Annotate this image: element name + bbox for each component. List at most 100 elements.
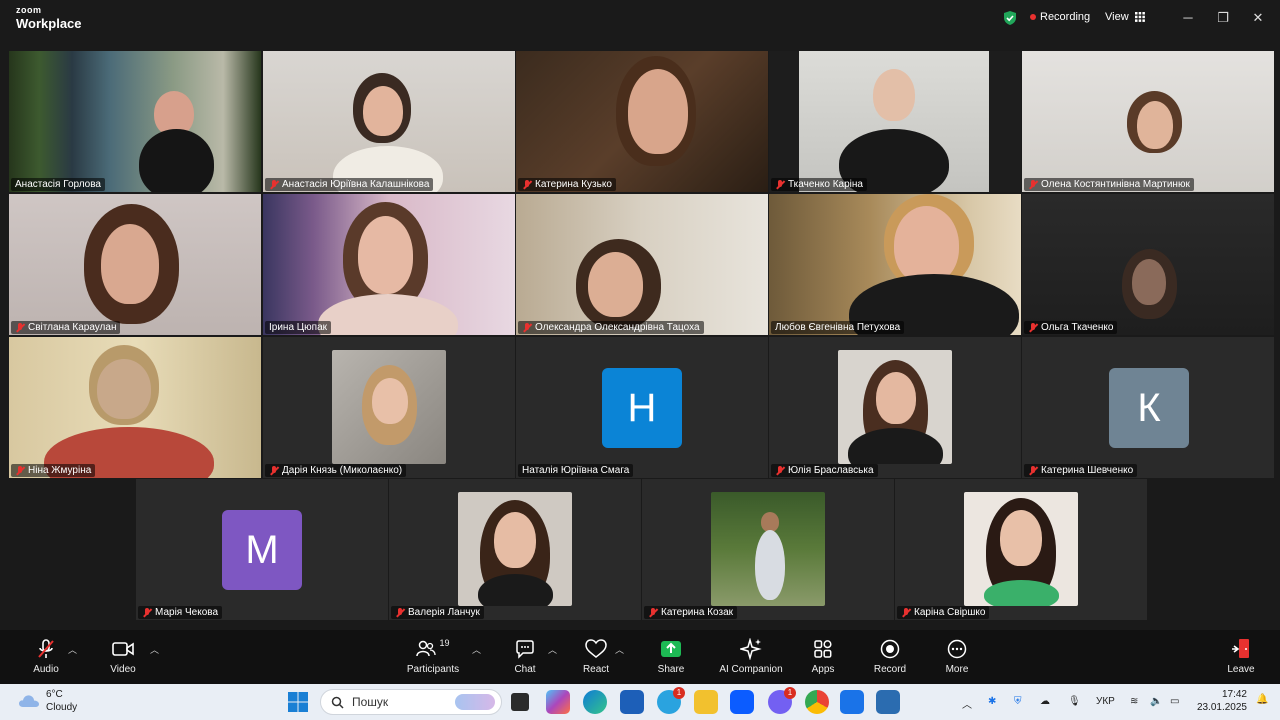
profile-photo bbox=[458, 492, 572, 606]
task-view-icon[interactable] bbox=[511, 693, 529, 711]
participants-button[interactable]: 19 Participants bbox=[398, 638, 468, 675]
shield-icon[interactable]: ⛨ bbox=[1014, 696, 1022, 707]
video-options-caret-icon[interactable]: ︿ bbox=[150, 643, 159, 656]
more-label: More bbox=[945, 664, 969, 675]
file-explorer-icon[interactable] bbox=[694, 690, 718, 714]
photos-app-icon[interactable] bbox=[876, 690, 900, 714]
participant-name: Юлія Браславська bbox=[771, 464, 878, 477]
participant-tile[interactable]: Валерія Ланчук bbox=[389, 479, 641, 620]
name-label: Олександра Олександрівна Тацоха bbox=[535, 322, 700, 333]
notification-bell-icon[interactable]: 🔔 bbox=[1256, 694, 1268, 705]
participants-icon bbox=[416, 640, 437, 657]
participants-options-caret-icon[interactable]: ︿ bbox=[472, 643, 481, 656]
show-hidden-icons-chevron-icon[interactable]: ︿ bbox=[962, 696, 972, 711]
video-button[interactable]: Video bbox=[88, 638, 158, 675]
edge-browser-icon[interactable] bbox=[583, 690, 607, 714]
cloud-icon bbox=[19, 695, 39, 707]
chrome-browser-icon[interactable] bbox=[805, 690, 829, 714]
restore-button[interactable]: ❐ bbox=[1213, 8, 1233, 28]
participant-tile[interactable]: Н Наталія Юріївна Смага bbox=[516, 337, 768, 478]
cloud-sync-icon[interactable]: ☁ bbox=[1040, 696, 1050, 707]
taskbar-clock[interactable]: 17:42 23.01.2025 bbox=[1195, 688, 1247, 714]
telegram-icon[interactable]: 1 bbox=[657, 687, 685, 714]
apps-icon bbox=[814, 640, 832, 658]
participant-tile[interactable]: Олена Костянтинівна Мартинюк bbox=[1022, 51, 1274, 192]
name-label: Марія Чекова bbox=[155, 607, 219, 618]
ai-companion-button[interactable]: AI Companion bbox=[706, 638, 796, 675]
taskbar-search[interactable]: Пошук bbox=[320, 689, 502, 715]
share-screen-icon bbox=[661, 641, 681, 657]
mic-muted-icon bbox=[395, 607, 405, 618]
participant-tile[interactable]: Олександра Олександрівна Тацоха bbox=[516, 194, 768, 335]
word-document-icon[interactable] bbox=[840, 690, 864, 714]
close-button[interactable]: ✕ bbox=[1248, 8, 1268, 28]
avatar-initial: К bbox=[1109, 368, 1189, 448]
record-button[interactable]: Record bbox=[855, 638, 925, 675]
apps-button[interactable]: Apps bbox=[788, 638, 858, 675]
mic-muted-icon bbox=[775, 465, 785, 476]
minimize-button[interactable]: ─ bbox=[1178, 8, 1198, 28]
telegram-badge: 1 bbox=[673, 687, 685, 699]
participant-tile[interactable]: Ткаченко Каріна bbox=[769, 51, 1021, 192]
participant-tile[interactable]: Катерина Козак bbox=[642, 479, 894, 620]
participant-tile[interactable]: Анастасія Юріївна Калашнікова bbox=[263, 51, 515, 192]
clock-date: 23.01.2025 bbox=[1196, 702, 1247, 713]
zoom-app-icon[interactable] bbox=[730, 690, 754, 714]
leave-button[interactable]: Leave bbox=[1206, 638, 1276, 675]
weather-widget[interactable]: 6°C Cloudy bbox=[18, 688, 77, 714]
battery-icon[interactable]: ▭ bbox=[1170, 696, 1179, 707]
participant-name: Анастасія Горлова bbox=[11, 178, 105, 191]
participant-tile[interactable]: Дарія Князь (Миколаєнко) bbox=[263, 337, 515, 478]
shield-check-icon[interactable] bbox=[1002, 10, 1018, 26]
viber-icon[interactable]: 1 bbox=[768, 687, 796, 714]
participant-name: Катерина Кузько bbox=[518, 178, 616, 191]
participant-tile[interactable]: Любов Євгенівна Петухова bbox=[769, 194, 1021, 335]
temperature: 6°C bbox=[46, 689, 63, 700]
name-label: Дарія Князь (Миколаєнко) bbox=[282, 465, 403, 476]
heart-icon bbox=[585, 639, 607, 658]
react-options-caret-icon[interactable]: ︿ bbox=[615, 643, 624, 656]
participant-body bbox=[984, 580, 1059, 606]
microsoft-store-icon[interactable] bbox=[620, 690, 644, 714]
participant-tile[interactable]: Юлія Браславська bbox=[769, 337, 1021, 478]
chat-options-caret-icon[interactable]: ︿ bbox=[548, 643, 557, 656]
share-button[interactable]: Share bbox=[636, 638, 706, 675]
participant-tile[interactable]: М Марія Чекова bbox=[136, 479, 388, 620]
grid-icon bbox=[1134, 12, 1145, 22]
name-label: Катерина Козак bbox=[661, 607, 734, 618]
participant-tile[interactable]: Анастасія Горлова bbox=[9, 51, 261, 192]
participant-name: Дарія Князь (Миколаєнко) bbox=[265, 464, 407, 477]
name-label: Юлія Браславська bbox=[788, 465, 874, 476]
profile-photo bbox=[711, 492, 825, 606]
participant-tile[interactable]: Ніна Жмуріна bbox=[9, 337, 261, 478]
participant-tile[interactable]: Катерина Кузько bbox=[516, 51, 768, 192]
windows-start-button[interactable] bbox=[286, 690, 310, 714]
participant-tile[interactable]: Каріна Свіршко bbox=[895, 479, 1147, 620]
participant-tile[interactable]: Ірина Цюпак bbox=[263, 194, 515, 335]
search-icon bbox=[331, 696, 344, 709]
audio-options-caret-icon[interactable]: ︿ bbox=[68, 643, 77, 656]
mic-muted-icon bbox=[142, 607, 152, 618]
copilot-icon[interactable] bbox=[546, 690, 570, 714]
viber-badge: 1 bbox=[784, 687, 796, 699]
wifi-icon[interactable]: ≋ bbox=[1130, 696, 1138, 707]
view-button[interactable]: View bbox=[1105, 11, 1145, 23]
participant-tile[interactable]: Ольга Ткаченко bbox=[1022, 194, 1274, 335]
participant-tile[interactable]: Світлана Караулан bbox=[9, 194, 261, 335]
volume-icon[interactable]: 🔈 bbox=[1150, 696, 1162, 707]
mic-muted-icon bbox=[901, 607, 911, 618]
language-indicator[interactable]: УКР bbox=[1096, 696, 1115, 707]
meeting-toolbar: Audio ︿ Video ︿ 19 Participants ︿ Chat ︿… bbox=[0, 630, 1280, 684]
more-button[interactable]: More bbox=[922, 638, 992, 675]
participants-count: 19 bbox=[439, 638, 450, 648]
bluetooth-icon[interactable]: ✱ bbox=[988, 696, 996, 707]
participant-face bbox=[101, 224, 159, 304]
microphone-icon[interactable]: 🎙 bbox=[1068, 696, 1081, 707]
mic-muted-icon bbox=[1028, 465, 1038, 476]
participant-name: Катерина Шевченко bbox=[1024, 464, 1138, 477]
recording-indicator[interactable]: Recording bbox=[1030, 11, 1090, 23]
windows-logo-icon bbox=[288, 692, 308, 712]
zoom-logo: zoom Workplace bbox=[16, 6, 82, 31]
participant-tile[interactable]: К Катерина Шевченко bbox=[1022, 337, 1274, 478]
record-icon bbox=[880, 639, 900, 659]
